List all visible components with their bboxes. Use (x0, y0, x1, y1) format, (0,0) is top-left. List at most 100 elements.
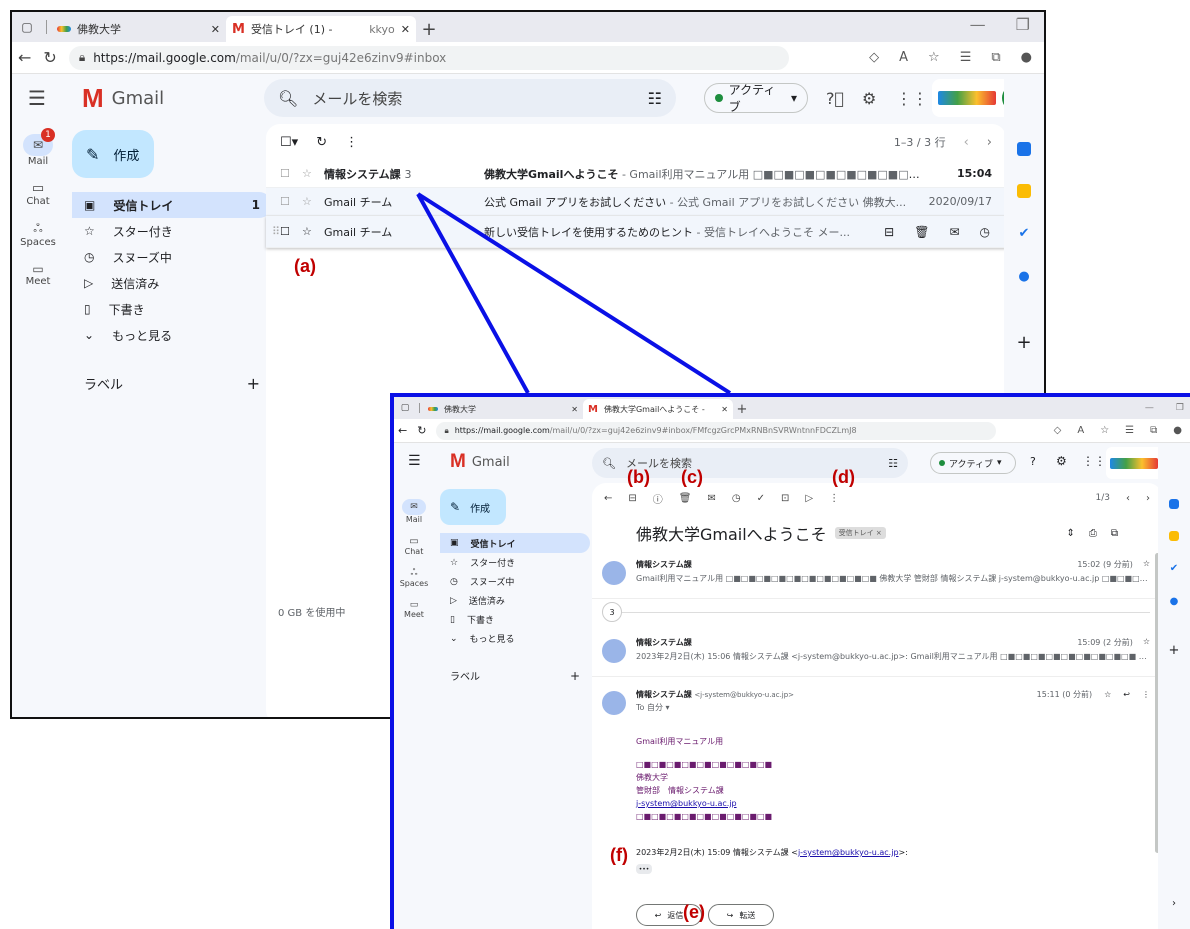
rail-label: Mail (405, 515, 423, 524)
body-line: 佛教大学 (636, 773, 668, 782)
rail-label: Meet (404, 610, 424, 619)
mail-icon: ✉ (402, 499, 426, 515)
favorites-list-icon[interactable]: ☰ (1125, 425, 1134, 436)
rail-mail[interactable]: ✉ Mail (402, 499, 426, 524)
restore-icon[interactable]: ❐ (1176, 403, 1184, 413)
label-icon[interactable]: ▷ (805, 493, 813, 504)
side-panel: ✔ ● + › (1158, 443, 1190, 929)
browser-toolbar-icons: ◇ A ☆ ☰ ⧉ ● (1054, 425, 1186, 436)
keep-icon[interactable] (1169, 531, 1179, 541)
tab-message[interactable]: M 佛教大学Gmailへようこそ - ✕ (583, 399, 733, 419)
message-expanded: 情報システム課 <j-system@bukkyo-u.ac.jp> 15:11 … (592, 677, 1162, 926)
lock-icon: 🔒︎ (444, 425, 449, 435)
contacts-icon[interactable]: ● (1170, 596, 1179, 607)
star-icon[interactable]: ☆ (1143, 637, 1150, 648)
nav-label: 受信トレイ (470, 539, 516, 550)
profile-icon[interactable]: ● (1173, 425, 1182, 436)
back-to-inbox-icon[interactable]: ← (604, 493, 612, 504)
window-controls: — ❐ (1139, 403, 1190, 419)
more-vert-icon[interactable]: ⋮ (1142, 690, 1150, 699)
quote-text-end: >: (898, 848, 908, 857)
mark-unread-icon[interactable]: ✉ (707, 493, 715, 504)
reply-icon[interactable]: ↩ (1123, 690, 1130, 699)
forward-button[interactable]: ↪ 転送 (708, 904, 774, 926)
print-icon[interactable]: ⎙ (1089, 528, 1097, 539)
annotation-f: (f) (610, 845, 628, 865)
snooze-icon[interactable]: ◷ (732, 493, 741, 504)
body-line: □■□■□■□■□■□■□■□■□■ (636, 760, 773, 769)
tab-divider (419, 403, 420, 413)
calendar-icon[interactable] (1169, 499, 1179, 509)
trash-icon[interactable]: 🗑︎ (679, 493, 692, 504)
collections-icon[interactable]: ⧉ (1150, 425, 1157, 436)
nav-item-drafts[interactable]: ▯ 下書き (440, 610, 590, 629)
open-new-window-icon[interactable]: ⧉ (1111, 528, 1118, 539)
collapsed-count[interactable]: 3 (602, 602, 622, 622)
nav-item-snoozed[interactable]: ◷ スヌーズ中 (440, 572, 590, 591)
message-toolbar: ← ⊟ ⓘ 🗑︎ ✉ ◷ ✓ ⊡ ▷ ⋮ 1/3 ‹ › (592, 483, 1162, 513)
settings-gear-icon[interactable]: ⚙ (1056, 454, 1067, 468)
rail-chat[interactable]: ▭ Chat (405, 536, 424, 556)
rail-spaces[interactable]: ஃ Spaces (400, 568, 429, 588)
tasks-icon[interactable]: ✔ (1170, 563, 1178, 574)
recipients-toggle[interactable]: To 自分 ▾ (636, 702, 1150, 713)
favorite-icon[interactable]: ☆ (1100, 425, 1109, 436)
email-link[interactable]: j-system@bukkyo-u.ac.jp (636, 797, 1150, 810)
tab-label: 佛教大学 (444, 404, 476, 414)
add-label-icon[interactable]: + (570, 669, 580, 683)
next-message-icon[interactable]: › (1146, 493, 1150, 504)
more-vert-icon[interactable]: ⋮ (829, 493, 839, 504)
message-sender: 情報システム課 (636, 690, 692, 699)
tab-bukkyo[interactable]: 佛教大学 ✕ (423, 399, 583, 419)
status-selector[interactable]: アクティブ ▾ (930, 452, 1016, 474)
message-collapsed[interactable]: 情報システム課 15:02 (9 分前) ☆ Gmail利用マニュアル用 □■□■□… (592, 553, 1162, 599)
expand-panel-icon[interactable]: › (1172, 898, 1176, 909)
add-addon-icon[interactable]: + (1169, 643, 1180, 658)
collapsed-messages[interactable]: 3 (592, 599, 1162, 627)
apps-grid-icon[interactable]: ⋮⋮ (1082, 454, 1106, 468)
gmail-logo[interactable]: M Gmail (450, 451, 510, 473)
reader-icon[interactable]: ◇ (1054, 425, 1062, 436)
nav-label: 送信済み (468, 597, 505, 607)
archive-icon[interactable]: ⊟ (628, 493, 636, 504)
status-label: アクティブ (949, 459, 994, 470)
read-aloud-icon[interactable]: A (1077, 425, 1084, 436)
active-dot-icon (939, 460, 945, 466)
help-icon[interactable]: ? (1030, 455, 1036, 468)
compose-button[interactable]: ✎ 作成 (440, 489, 506, 525)
move-to-icon[interactable]: ⊡ (781, 493, 789, 504)
tab-close-icon[interactable]: ✕ (571, 405, 578, 414)
show-trimmed-button[interactable]: ••• (636, 864, 652, 874)
nav-item-sent[interactable]: ▷ 送信済み (440, 591, 590, 610)
nav-item-starred[interactable]: ☆ スター付き (440, 553, 590, 572)
inbox-icon: ▣ (450, 538, 459, 548)
star-icon[interactable]: ☆ (1104, 690, 1111, 699)
star-icon[interactable]: ☆ (1143, 559, 1150, 570)
expand-all-icon[interactable]: ⇕ (1066, 528, 1074, 539)
nav-item-inbox[interactable]: ▣ 受信トレイ (440, 533, 590, 553)
url-field[interactable]: 🔒︎ https://mail.google.com/mail/u/0/?zx=… (436, 421, 997, 440)
main-menu-icon[interactable]: ☰ (408, 453, 421, 469)
nav-label: もっと見る (469, 635, 515, 645)
callout-line-right (416, 192, 732, 395)
nav-item-more[interactable]: ⌄ もっと見る (440, 629, 590, 648)
tab-close-icon[interactable]: ✕ (721, 405, 728, 414)
chat-icon: ▭ (409, 536, 419, 547)
report-spam-icon[interactable]: ⓘ (653, 491, 663, 506)
rail-label: Spaces (399, 579, 429, 588)
minimize-icon[interactable]: — (1145, 403, 1154, 413)
browser-window-message: ▢ 佛教大学 ✕ M 佛教大学Gmailへようこそ - ✕ + — ❐ ← ↻ 🔒︎ h… (390, 393, 1190, 929)
label-chip[interactable]: 受信トレイ × (834, 527, 886, 539)
search-options-icon[interactable]: ☷ (888, 457, 898, 470)
sender-email: <j-system@bukkyo-u.ac.jp> (694, 690, 795, 699)
search-icon[interactable]: 🔍︎ (602, 457, 616, 470)
quote-email-link[interactable]: j-system@bukkyo-u.ac.jp (798, 848, 899, 857)
back-icon[interactable]: ← (398, 424, 407, 437)
prev-message-icon[interactable]: ‹ (1126, 493, 1130, 504)
add-task-icon[interactable]: ✓ (757, 493, 765, 504)
tab-actions-icon[interactable]: ▢ (394, 397, 416, 419)
reload-icon[interactable]: ↻ (417, 424, 426, 437)
rail-meet[interactable]: ▭ Meet (404, 600, 424, 619)
message-collapsed[interactable]: 情報システム課 15:09 (2 分前) ☆ 2023年2月2日(木) 15:06 … (592, 627, 1162, 677)
new-tab-icon[interactable]: + (733, 399, 751, 419)
